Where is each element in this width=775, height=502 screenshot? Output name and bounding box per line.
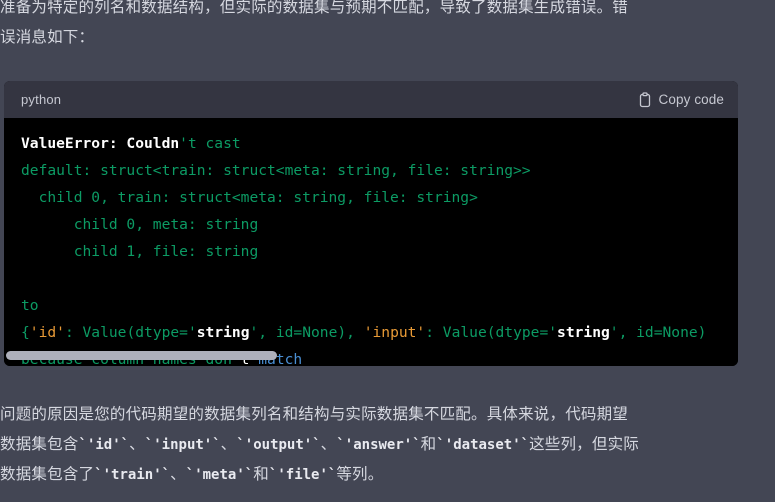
code-token: ' bbox=[187, 324, 197, 341]
intro-paragraph: 准备为特定的列名和数据结构，但实际的数据集与预期不匹配，导致了数据集生成错误。错… bbox=[0, 0, 775, 53]
exp2-code-dataset: `'dataset'` bbox=[436, 437, 530, 453]
code-token: string bbox=[196, 324, 250, 341]
code-line: child 1, file: string bbox=[21, 238, 738, 265]
exp2-sep3: 、 bbox=[320, 436, 337, 453]
code-token: to bbox=[21, 297, 39, 314]
code-token: child 1, file: string bbox=[21, 243, 259, 260]
code-line: child 0, meta: string bbox=[21, 211, 738, 238]
exp2-code-id: `'id'` bbox=[78, 437, 130, 453]
explanation-line-3: 数据集包含了`'train'`、`'meta'`和`'file'`等列。 bbox=[0, 460, 771, 490]
code-token: ' bbox=[548, 324, 558, 341]
intro-line-1: 准备为特定的列名和数据结构，但实际的数据集与预期不匹配，导致了数据集生成错误。错 bbox=[0, 0, 629, 16]
exp2-sep1: 、 bbox=[129, 436, 145, 453]
code-token: 'id' bbox=[29, 324, 65, 341]
code-token: cast bbox=[196, 135, 241, 152]
exp2-code-input: `'input'` bbox=[144, 437, 221, 453]
code-block-header: python Copy code bbox=[4, 81, 738, 118]
code-token: { bbox=[21, 324, 30, 341]
code-token: string bbox=[557, 324, 610, 341]
code-token: default: struct<train: struct<meta: stri… bbox=[21, 162, 531, 179]
exp3-code-train: `'train'` bbox=[94, 467, 171, 483]
exp3-suffix: 等列。 bbox=[336, 466, 384, 483]
exp2-mid: 和 bbox=[420, 436, 437, 453]
code-token: : Value(dtype= bbox=[64, 324, 188, 341]
exp2-suffix: 这些列，但实际 bbox=[529, 436, 639, 453]
exp2-prefix: 数据集包含 bbox=[0, 436, 79, 453]
exp2-code-output: `'output'` bbox=[236, 437, 321, 453]
code-token: , id=None) bbox=[618, 324, 707, 341]
code-token: child 0, train: struct<meta: string, fil… bbox=[21, 189, 478, 206]
exp3-code-meta: `'meta'` bbox=[185, 467, 254, 483]
code-line: to bbox=[21, 292, 738, 319]
code-token: : Value(dtype= bbox=[425, 324, 549, 341]
exp2-sep2: 、 bbox=[220, 436, 237, 453]
code-line: default: struct<train: struct<meta: stri… bbox=[21, 157, 738, 184]
code-block: python Copy code ValueError: Couldn't ca… bbox=[4, 81, 738, 366]
copy-code-label: Copy code bbox=[658, 92, 724, 107]
exp3-code-file: `'file'` bbox=[268, 467, 337, 483]
code-token: ' bbox=[249, 324, 259, 341]
code-line: {'id': Value(dtype='string', id=None), '… bbox=[21, 319, 738, 346]
intro-line-2: 误消息如下： bbox=[0, 29, 95, 46]
exp3-mid: 和 bbox=[253, 466, 269, 483]
code-token: ValueError: Couldn bbox=[21, 135, 180, 152]
code-block-body[interactable]: ValueError: Couldn't cast default: struct… bbox=[4, 118, 738, 366]
horizontal-scrollbar-thumb[interactable] bbox=[6, 351, 277, 360]
exp3-prefix: 数据集包含了 bbox=[0, 466, 95, 483]
code-line: ValueError: Couldn't cast bbox=[21, 130, 738, 157]
code-token: , id=None), bbox=[258, 324, 364, 341]
code-line: child 0, train: struct<meta: string, fil… bbox=[21, 184, 738, 211]
code-token: 'input' bbox=[363, 324, 426, 341]
explanation-line-2: 数据集包含`'id'`、`'input'`、`'output'`、`'answe… bbox=[0, 430, 771, 460]
exp3-sep1: 、 bbox=[170, 466, 186, 483]
horizontal-scrollbar[interactable] bbox=[4, 351, 738, 360]
code-token: child 0, meta: string bbox=[21, 216, 259, 233]
code-language-label: python bbox=[21, 92, 62, 107]
exp2-code-answer: `'answer'` bbox=[336, 437, 421, 453]
code-token: 't bbox=[179, 135, 197, 152]
chat-message-page: 准备为特定的列名和数据结构，但实际的数据集与预期不匹配，导致了数据集生成错误。错… bbox=[0, 0, 775, 502]
code-token: ' bbox=[609, 324, 619, 341]
copy-code-button[interactable]: Copy code bbox=[638, 91, 724, 108]
explanation-paragraph: 问题的原因是您的代码期望的数据集列名和结构与实际数据集不匹配。具体来说，代码期望… bbox=[0, 400, 775, 490]
explanation-line-1: 问题的原因是您的代码期望的数据集列名和结构与实际数据集不匹配。具体来说，代码期望 bbox=[0, 406, 629, 423]
clipboard-icon bbox=[638, 91, 652, 108]
code-text: ValueError: Couldn't cast default: struct… bbox=[4, 130, 738, 366]
